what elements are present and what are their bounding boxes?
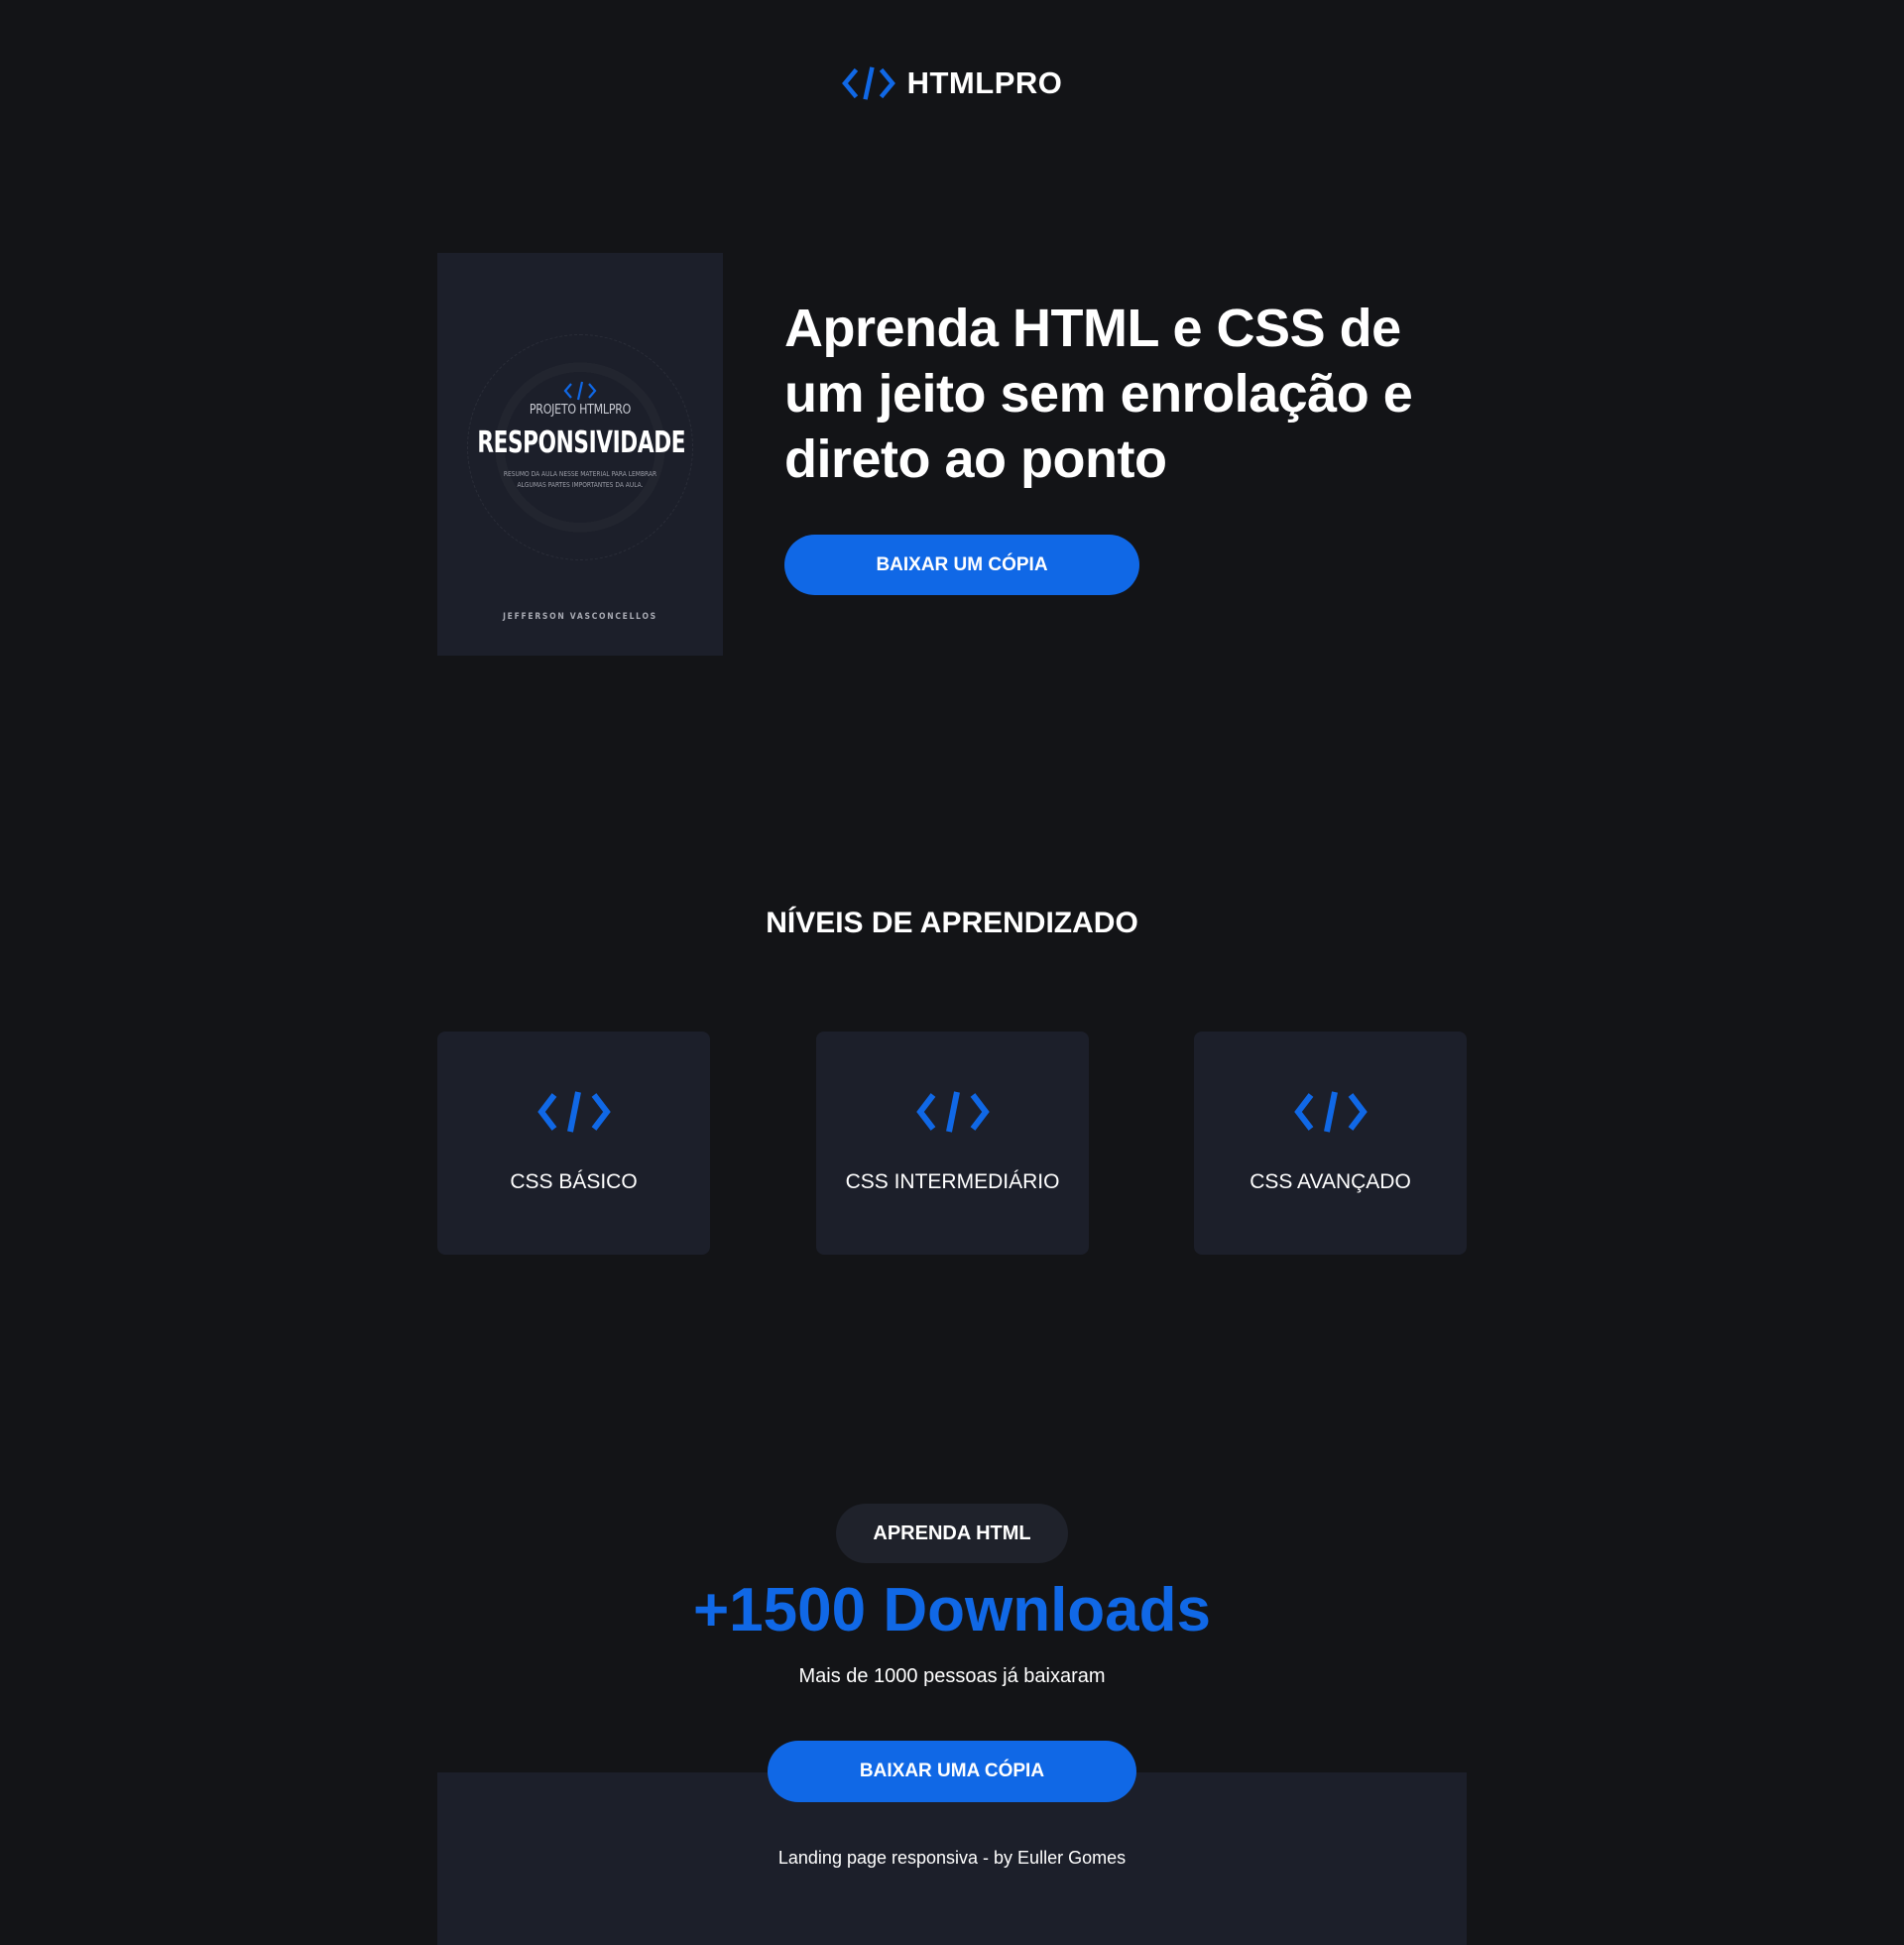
landing-page: HTMLPRO PROJETO HTMLPRO RESPONSIVIDADE R… <box>0 0 1904 1945</box>
levels-section-title: NÍVEIS DE APRENDIZADO <box>766 907 1138 939</box>
cover-author: JEFFERSON VASCONCELLOS <box>503 612 657 622</box>
site-header: HTMLPRO <box>0 65 1904 101</box>
brand-name[interactable]: HTMLPRO <box>907 65 1063 101</box>
level-card-basic[interactable]: CSS BÁSICO <box>437 1032 710 1255</box>
cover-project-label: PROJETO HTMLPRO <box>529 403 632 418</box>
code-brackets-icon <box>563 381 597 401</box>
ebook-cover: PROJETO HTMLPRO RESPONSIVIDADE RESUMO DA… <box>437 253 723 656</box>
code-brackets-icon <box>537 1091 611 1133</box>
cover-title: RESPONSIVIDADE <box>477 425 686 460</box>
learn-html-badge: APRENDA HTML <box>836 1504 1068 1563</box>
level-card-label: CSS INTERMEDIÁRIO <box>845 1170 1060 1193</box>
hero-title: Aprenda HTML e CSS de um jeito sem enrol… <box>784 299 1413 489</box>
download-copy-button[interactable]: BAIXAR UM CÓPIA <box>784 535 1139 595</box>
downloads-subtitle: Mais de 1000 pessoas já baixaram <box>798 1665 1106 1687</box>
code-brackets-icon <box>841 66 895 100</box>
level-card-intermediate[interactable]: CSS INTERMEDIÁRIO <box>816 1032 1089 1255</box>
level-card-label: CSS BÁSICO <box>510 1170 638 1193</box>
cover-description: RESUMO DA AULA NESSE MATERIAL PARA LEMBR… <box>503 470 657 489</box>
downloads-count-title: +1500 Downloads <box>692 1576 1212 1644</box>
level-card-advanced[interactable]: CSS AVANÇADO <box>1194 1032 1467 1255</box>
footer-credit: Landing page responsiva - by Euller Gome… <box>777 1848 1127 1868</box>
code-brackets-icon <box>916 1091 990 1133</box>
download-copy-button-footer[interactable]: BAIXAR UMA CÓPIA <box>768 1741 1136 1802</box>
code-brackets-icon <box>1294 1091 1368 1133</box>
level-card-label: CSS AVANÇADO <box>1250 1170 1411 1193</box>
